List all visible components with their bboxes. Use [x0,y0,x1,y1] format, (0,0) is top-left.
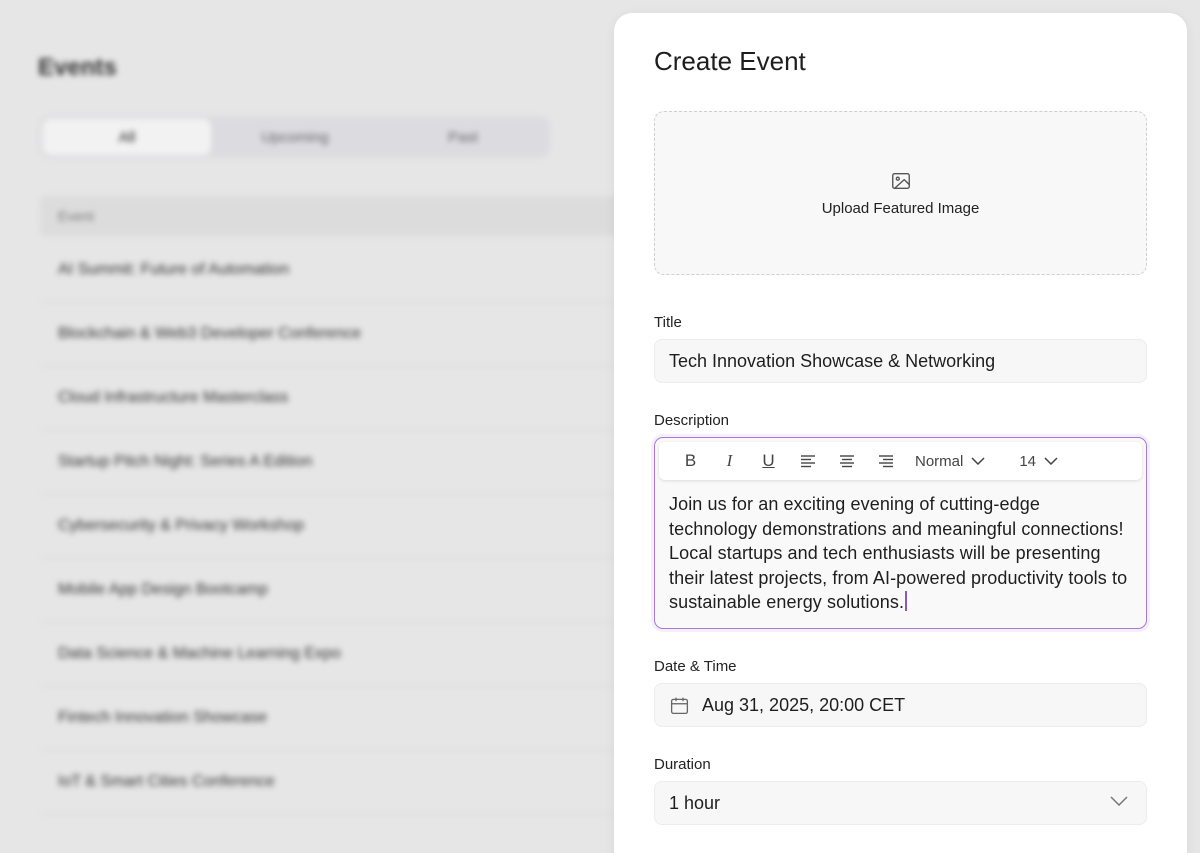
underline-icon: U [762,451,775,470]
text-style-select[interactable]: Normal [915,453,985,470]
table-row[interactable]: Data Science & Machine Learning Expo [40,622,640,686]
table-row[interactable]: Blockchain & Web3 Developer Conference [40,302,640,366]
font-size-value: 14 [1019,452,1037,470]
italic-icon: I [726,451,733,470]
datetime-label: Date & Time [654,658,737,675]
datetime-input[interactable]: Aug 31, 2025, 20:00 CET [654,683,1147,727]
chevron-down-icon [1044,457,1058,465]
italic-button[interactable]: I [710,446,749,476]
table-row[interactable]: IoT & Smart Cities Conference [40,750,640,814]
font-size-select[interactable]: 14 [1019,453,1058,470]
chevron-down-icon [1110,796,1128,806]
duration-select[interactable]: 1 hour [654,781,1147,825]
underline-button[interactable]: U [749,446,788,476]
table-row[interactable]: Fintech Innovation Showcase [40,686,640,750]
events-table-body: AI Summit: Future of Automation Blockcha… [40,238,640,814]
panel-title: Create Event [654,46,806,76]
upload-label: Upload Featured Image [821,199,980,217]
title-input[interactable]: Tech Innovation Showcase & Networking [654,339,1147,383]
table-row[interactable]: AI Summit: Future of Automation [40,238,640,302]
align-left-button[interactable] [788,446,827,476]
align-right-button[interactable] [866,446,905,476]
description-content: Join us for an exciting evening of cutti… [669,494,1128,613]
table-row[interactable]: Cybersecurity & Privacy Workshop [40,494,640,558]
align-center-button[interactable] [827,446,866,476]
title-label: Title [654,314,682,331]
table-row[interactable]: Cloud Infrastructure Masterclass [40,366,640,430]
align-left-icon [800,455,815,468]
table-row[interactable]: Startup Pitch Night: Series A Edition [40,430,640,494]
chevron-down-icon [971,457,985,465]
text-style-value: Normal [915,452,964,470]
bold-icon: B [684,451,697,470]
calendar-icon [670,697,689,714]
tab-past[interactable]: Past [379,119,547,155]
table-row[interactable]: Mobile App Design Bootcamp [40,558,640,622]
create-event-panel: Create Event Upload Featured Image Title… [614,13,1187,853]
duration-label: Duration [654,756,711,773]
description-text[interactable]: Join us for an exciting evening of cutti… [669,492,1130,615]
tab-all[interactable]: All [43,119,211,155]
text-caret [905,591,907,612]
datetime-value: Aug 31, 2025, 20:00 CET [702,694,906,715]
tab-upcoming[interactable]: Upcoming [211,119,379,155]
events-page-title: Events [38,54,117,81]
upload-image-dropzone[interactable]: Upload Featured Image [654,111,1147,275]
bold-button[interactable]: B [671,446,710,476]
align-right-icon [878,455,893,468]
duration-value: 1 hour [669,792,721,813]
description-editor[interactable]: B I U Normal 14 Join us for an exciting … [654,437,1147,629]
events-tabs: All Upcoming Past [40,116,550,158]
events-table-header: Event [40,196,640,236]
description-label: Description [654,412,730,429]
align-center-icon [839,455,854,468]
editor-toolbar: B I U Normal 14 [659,442,1142,480]
image-icon [891,172,910,189]
